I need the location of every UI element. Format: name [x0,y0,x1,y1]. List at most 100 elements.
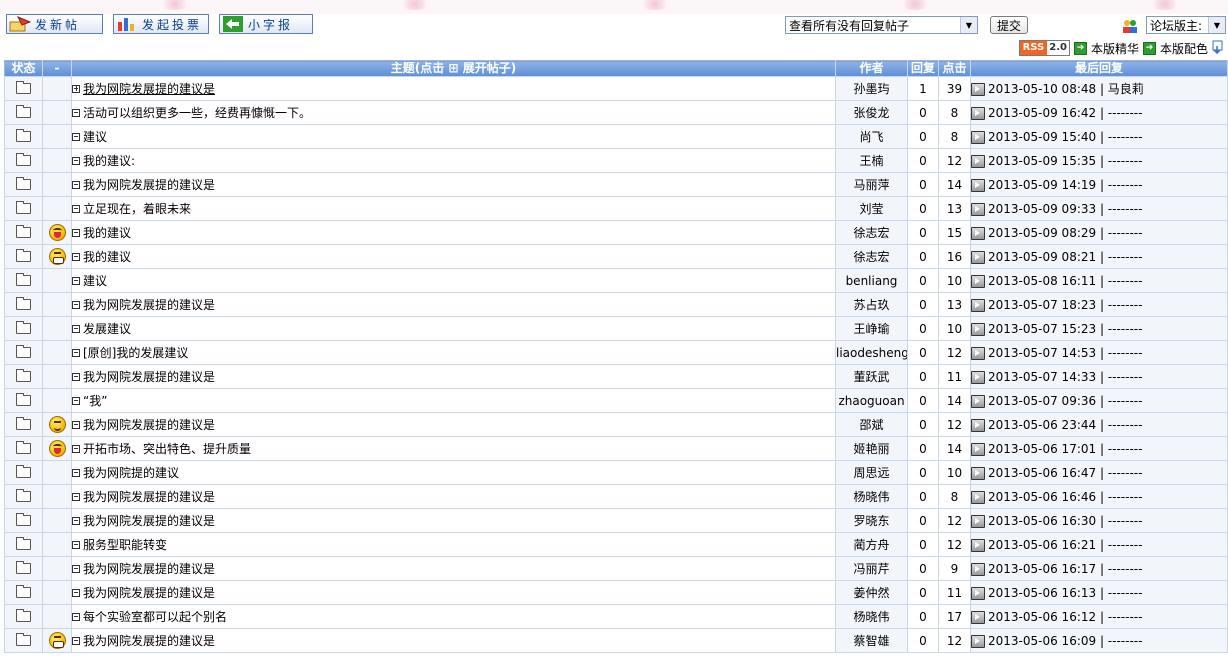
last-post-icon[interactable] [971,610,985,624]
topic-link[interactable]: 我为网院发展提的建议是 [83,298,215,312]
topic-link[interactable]: 我为网院发展提的建议是 [83,634,215,648]
collapse-icon[interactable] [72,348,80,357]
expand-icon[interactable] [72,84,80,93]
last-reply-cell[interactable]: 2013-05-10 08:48 | 马良莉 [970,76,1228,101]
topic-link[interactable]: 我为网院发展提的建议是 [83,586,215,600]
collapse-icon[interactable] [72,564,80,573]
last-post-icon[interactable] [971,202,985,216]
author-link[interactable]: 罗晓东 [835,508,908,533]
topic-link[interactable]: 我为网院发展提的建议是 [83,514,215,528]
last-reply-cell[interactable]: 2013-05-09 09:33 | -------- [970,196,1228,221]
author-link[interactable]: 蔡智雄 [835,628,908,653]
author-link[interactable]: zhaoguoan [835,388,908,413]
author-link[interactable]: 冯丽芹 [835,556,908,581]
author-link[interactable]: 姜仲然 [835,580,908,605]
collapse-icon[interactable] [72,468,80,477]
author-link[interactable]: 尚飞 [835,124,908,149]
last-reply-cell[interactable]: 2013-05-06 16:12 | -------- [970,604,1228,629]
topic-link[interactable]: 我为网院发展提的建议是 [83,490,215,504]
collapse-icon[interactable] [72,612,80,621]
topic-link[interactable]: [原创]我的发展建议 [83,346,188,360]
collapse-icon[interactable] [72,108,80,117]
last-post-icon[interactable] [971,226,985,240]
topic-link[interactable]: 建议 [83,274,107,288]
last-post-icon[interactable] [971,346,985,360]
last-post-icon[interactable] [971,322,985,336]
topic-link[interactable]: 我为网院发展提的建议是 [83,370,215,384]
last-post-icon[interactable] [971,394,985,408]
author-link[interactable]: 杨晓伟 [835,484,908,509]
author-link[interactable]: 王楠 [835,148,908,173]
rss-badge[interactable]: RSS 2.0 [1018,40,1070,56]
collapse-icon[interactable] [72,300,80,309]
collapse-icon[interactable] [72,132,80,141]
author-link[interactable]: liaodesheng [835,340,908,365]
last-reply-cell[interactable]: 2013-05-07 18:23 | -------- [970,292,1228,317]
topic-link[interactable]: 我为网院提的建议 [83,466,179,480]
last-reply-cell[interactable]: 2013-05-09 08:29 | -------- [970,220,1228,245]
last-post-icon[interactable] [971,490,985,504]
color-scheme-link[interactable]: 本版配色 [1160,40,1208,57]
last-reply-cell[interactable]: 2013-05-06 16:13 | -------- [970,580,1228,605]
last-reply-cell[interactable]: 2013-05-06 16:30 | -------- [970,508,1228,533]
author-link[interactable]: 杨晓伟 [835,604,908,629]
collapse-icon[interactable] [72,204,80,213]
last-post-icon[interactable] [971,634,985,648]
topic-link[interactable]: 我为网院发展提的建议是 [83,82,215,96]
filter-select[interactable]: 查看所有没有回复帖子 ▼ [785,16,978,34]
topic-link[interactable]: 发展建议 [83,322,131,336]
author-link[interactable]: 周思远 [835,460,908,485]
last-post-icon[interactable] [971,274,985,288]
collapse-icon[interactable] [72,444,80,453]
new-poll-button[interactable]: 发起投票 [113,14,209,34]
last-reply-cell[interactable]: 2013-05-07 15:23 | -------- [970,316,1228,341]
topic-link[interactable]: 我的建议 [83,250,131,264]
collapse-icon[interactable] [72,636,80,645]
collapse-icon[interactable] [72,228,80,237]
download-icon[interactable] [1212,40,1224,57]
author-link[interactable]: 孙墨玙 [835,76,908,101]
author-link[interactable]: 徐志宏 [835,220,908,245]
last-reply-cell[interactable]: 2013-05-09 15:40 | -------- [970,124,1228,149]
collapse-icon[interactable] [72,492,80,501]
last-reply-cell[interactable]: 2013-05-06 17:01 | -------- [970,436,1228,461]
author-link[interactable]: 刘莹 [835,196,908,221]
last-post-icon[interactable] [971,178,985,192]
last-reply-cell[interactable]: 2013-05-06 16:17 | -------- [970,556,1228,581]
last-post-icon[interactable] [971,442,985,456]
last-post-icon[interactable] [971,586,985,600]
collapse-icon[interactable] [72,540,80,549]
collapse-icon[interactable] [72,420,80,429]
topic-link[interactable]: 开拓市场、突出特色、提升质量 [83,442,251,456]
last-reply-cell[interactable]: 2013-05-06 16:21 | -------- [970,532,1228,557]
last-post-icon[interactable] [971,250,985,264]
author-link[interactable]: 徐志宏 [835,244,908,269]
collapse-icon[interactable] [72,156,80,165]
last-reply-cell[interactable]: 2013-05-06 16:09 | -------- [970,628,1228,653]
topic-link[interactable]: 我的建议 [83,226,131,240]
collapse-icon[interactable] [72,276,80,285]
topic-link[interactable]: 我的建议: [83,154,135,168]
moderator-select[interactable]: 论坛版主: ▼ [1146,16,1226,34]
last-reply-cell[interactable]: 2013-05-09 16:42 | -------- [970,100,1228,125]
topic-link[interactable]: “我” [83,394,107,408]
collapse-icon[interactable] [72,180,80,189]
author-link[interactable]: 苏占玖 [835,292,908,317]
last-reply-cell[interactable]: 2013-05-07 14:33 | -------- [970,364,1228,389]
topic-link[interactable]: 立足现在，着眼未来 [83,202,191,216]
author-link[interactable]: 邵斌 [835,412,908,437]
author-link[interactable]: 王峥瑜 [835,316,908,341]
last-reply-cell[interactable]: 2013-05-06 16:46 | -------- [970,484,1228,509]
last-post-icon[interactable] [971,418,985,432]
collapse-icon[interactable] [72,588,80,597]
last-post-icon[interactable] [971,130,985,144]
topic-link[interactable]: 我为网院发展提的建议是 [83,418,215,432]
author-link[interactable]: benliang [835,268,908,293]
last-post-icon[interactable] [971,154,985,168]
topic-link[interactable]: 建议 [83,130,107,144]
last-post-icon[interactable] [971,298,985,312]
last-post-icon[interactable] [971,106,985,120]
collapse-icon[interactable] [72,516,80,525]
small-paper-button[interactable]: 小字报 [219,14,313,34]
last-post-icon[interactable] [971,370,985,384]
